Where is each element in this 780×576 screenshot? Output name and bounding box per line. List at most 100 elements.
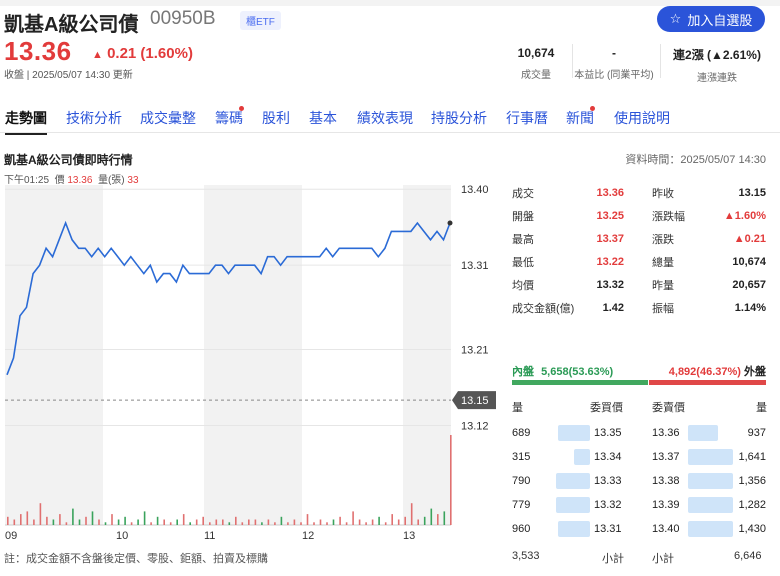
tab-performance[interactable]: 績效表現	[357, 108, 413, 128]
bid-qty: 790	[512, 475, 531, 487]
volume-bar	[365, 522, 367, 525]
ask-qty-bar	[688, 425, 719, 441]
volume-bar	[176, 519, 178, 525]
volume-bar	[358, 519, 361, 525]
ask-price: 13.39	[652, 499, 680, 511]
divider	[660, 44, 661, 78]
quote-key: 漲跌	[652, 234, 674, 246]
volume-bar	[124, 516, 126, 525]
bid-price: 13.31	[594, 523, 622, 535]
volume-bar	[430, 508, 433, 525]
volume-bar	[98, 519, 100, 525]
volume-bar	[417, 519, 419, 525]
stat-volume: 10,674 成交量	[506, 46, 566, 81]
x-tick-label: 12	[302, 530, 314, 542]
volume-bar	[280, 516, 283, 525]
stat-streak-value: 連2漲 (▲2.61%)	[673, 48, 761, 62]
volume-bar	[404, 516, 406, 525]
bid-total: 3,533	[512, 550, 540, 562]
ask-qty: 1,430	[738, 523, 766, 535]
stock-code: 00950B	[150, 8, 216, 29]
volume-bar	[450, 435, 452, 525]
quote-value: 13.32	[596, 279, 624, 291]
volume-bar	[306, 514, 309, 525]
outer-label: 外盤	[744, 366, 766, 378]
tab-dividend[interactable]: 股利	[262, 108, 290, 128]
intraday-chart[interactable]: 13.40 13.31 13.21 13.12 09 10 11 12 13 13.15	[0, 185, 500, 545]
quote-value: ▲1.60%	[723, 210, 766, 222]
session-shade	[204, 185, 302, 525]
ask-qty: 1,282	[738, 499, 766, 511]
footnote: 註：成交金額不含盤後定價、零股、鉅額、拍賣及標購	[4, 553, 268, 565]
quote-key: 振幅	[652, 303, 674, 315]
quote-row: 漲跌幅 ▲1.60%	[652, 205, 766, 227]
bid-qty: 689	[512, 427, 531, 439]
volume-bar	[78, 519, 81, 525]
quote-row: 成交金額(億) 1.42	[512, 297, 624, 319]
quote-meta: 收盤 | 2025/05/07 14:30 更新	[4, 70, 133, 81]
tab-trades[interactable]: 成交彙整	[140, 108, 196, 128]
quote-row: 最高 13.37	[512, 228, 624, 250]
tab-chips[interactable]: 籌碼	[215, 106, 244, 128]
volume-bar	[39, 503, 42, 525]
inner-label: 內盤	[512, 366, 534, 378]
tab-holdings[interactable]: 持股分析	[431, 108, 487, 128]
volume-bar	[378, 516, 380, 525]
volume-bar	[437, 514, 439, 525]
volume-bar	[91, 511, 94, 525]
tab-trend[interactable]: 走勢圖	[5, 108, 47, 135]
volume-bar	[65, 522, 68, 525]
volume-bar	[209, 522, 211, 525]
bid-price: 13.35	[594, 427, 622, 439]
bid-qty: 779	[512, 499, 531, 511]
volume-bar	[26, 511, 29, 525]
stat-pe-label: 本益比 (同業平均)	[574, 70, 654, 81]
quote-row: 漲跌 ▲0.21	[652, 228, 766, 250]
tab-calendar[interactable]: 行事曆	[506, 108, 548, 128]
quote-key: 漲跌幅	[652, 211, 685, 223]
tab-news[interactable]: 新聞	[566, 106, 595, 128]
tab-basic[interactable]: 基本	[309, 108, 337, 128]
quote-row: 均價 13.32	[512, 274, 624, 296]
bid-qty-bar	[558, 425, 590, 441]
volume-bar	[46, 516, 48, 525]
notification-dot	[590, 106, 595, 111]
volume-bar	[59, 514, 61, 525]
quote-row: 成交 13.36	[512, 182, 624, 204]
volume-bar	[352, 511, 354, 525]
volume-bar	[52, 519, 55, 525]
quote-row: 總量 10,674	[652, 251, 766, 273]
quote-key: 均價	[512, 280, 534, 292]
add-watchlist-button[interactable]: ☆ 加入自選股	[657, 6, 765, 32]
volume-bar	[254, 519, 257, 525]
bid-qty: 960	[512, 523, 531, 535]
volume-bar	[182, 514, 185, 525]
volume-bar	[150, 522, 152, 525]
volume-bar	[117, 519, 120, 525]
volume-bar	[13, 519, 16, 525]
volume-bar	[156, 516, 159, 525]
volume-bar	[410, 503, 413, 525]
quote-key: 成交金額(億)	[512, 303, 575, 315]
quote-value: 13.22	[596, 256, 624, 268]
volume-bar	[72, 508, 74, 525]
volume-bar	[137, 519, 139, 525]
ask-qty-bar	[688, 521, 733, 537]
volume-bar	[130, 522, 133, 525]
volume-bar	[143, 511, 146, 525]
ask-price: 13.37	[652, 451, 680, 463]
hover-readout: 下午01:25 價 13.36 量(張) 33	[4, 171, 139, 186]
inner-ratio-bar	[512, 380, 648, 385]
tab-technical[interactable]: 技術分析	[66, 108, 122, 128]
x-tick-label: 11	[204, 530, 215, 542]
volume-bar	[202, 516, 204, 525]
volume-bar	[104, 522, 107, 525]
x-tick-label: 10	[116, 530, 128, 542]
volume-bar	[7, 516, 9, 525]
ask-total: 6,646	[734, 550, 762, 562]
quote-key: 成交	[512, 188, 534, 200]
bid-price-header: 委買價	[590, 402, 623, 414]
volume-bar	[443, 511, 446, 525]
bid-qty-bar	[558, 521, 590, 537]
tab-help[interactable]: 使用說明	[614, 108, 670, 128]
